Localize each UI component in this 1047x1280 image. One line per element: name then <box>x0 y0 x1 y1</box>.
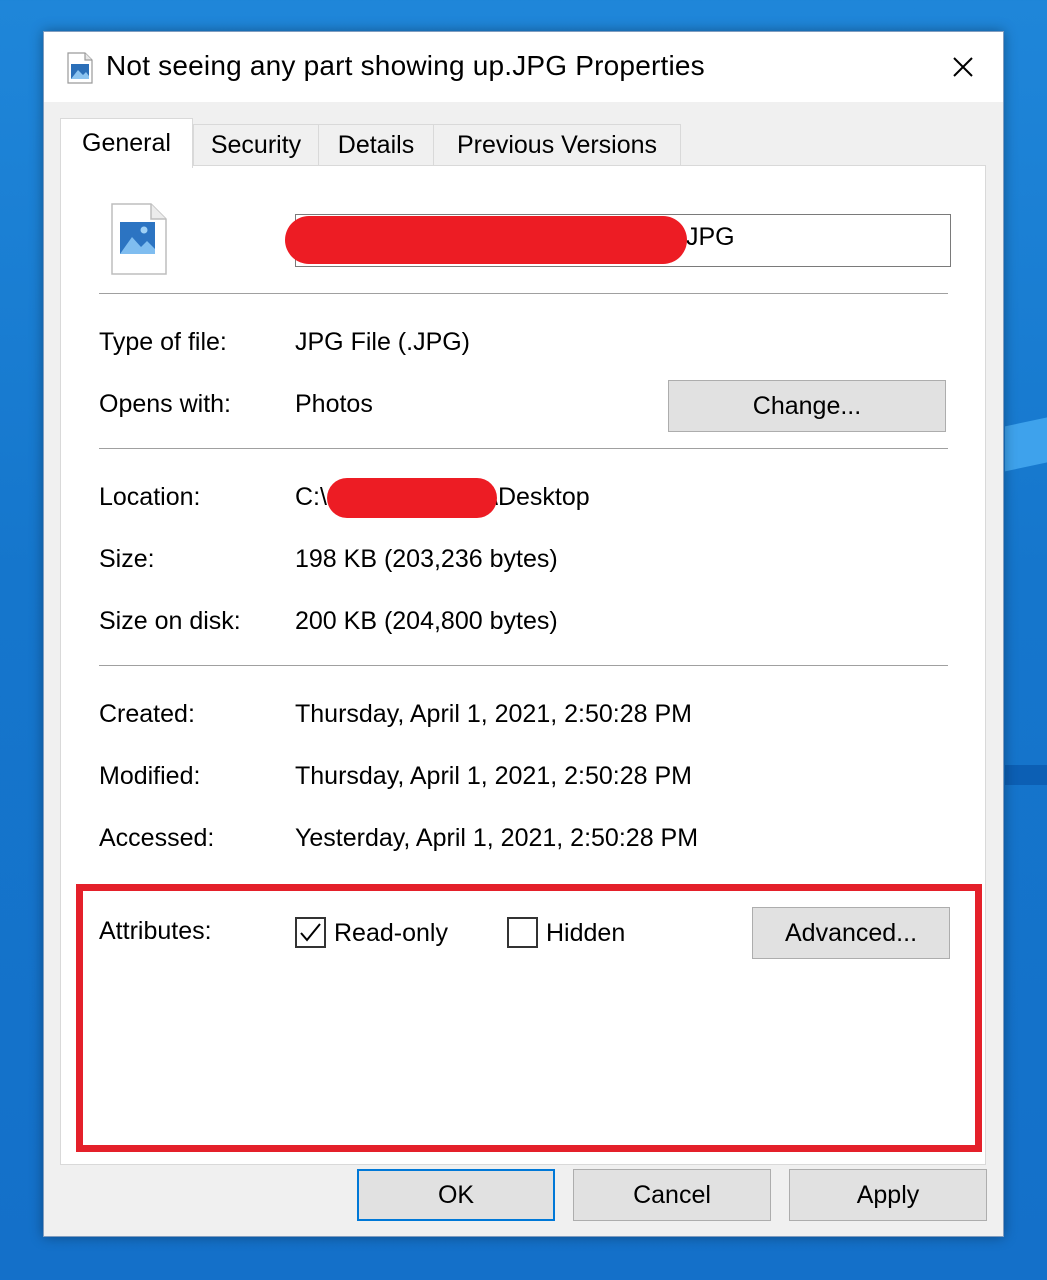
apply-button[interactable]: Apply <box>789 1169 987 1221</box>
image-file-icon <box>111 203 167 280</box>
general-tab-panel: JPG Type of file: JPG File (.JPG) Opens … <box>60 165 986 1165</box>
modified-label: Modified: <box>99 762 201 790</box>
file-name-extension: JPG <box>686 223 735 251</box>
attributes-label: Attributes: <box>99 917 212 945</box>
desktop-wallpaper-accent <box>1005 413 1047 472</box>
tab-security[interactable]: Security <box>193 124 319 166</box>
change-button[interactable]: Change... <box>668 380 946 432</box>
tab-details[interactable]: Details <box>318 124 434 166</box>
read-only-checkbox[interactable] <box>295 917 326 948</box>
separator <box>99 448 948 449</box>
advanced-button[interactable]: Advanced... <box>752 907 950 959</box>
image-file-icon <box>66 52 94 89</box>
location-label: Location: <box>99 483 201 511</box>
close-icon <box>953 57 973 77</box>
accessed-label: Accessed: <box>99 824 215 852</box>
location-suffix: \Desktop <box>491 483 590 511</box>
location-prefix: C:\ <box>295 483 327 511</box>
separator <box>99 293 948 294</box>
size-on-disk-value: 200 KB (204,800 bytes) <box>295 607 558 635</box>
close-button[interactable] <box>923 32 1003 102</box>
created-value: Thursday, April 1, 2021, 2:50:28 PM <box>295 700 692 728</box>
opens-with-label: Opens with: <box>99 390 232 418</box>
modified-value: Thursday, April 1, 2021, 2:50:28 PM <box>295 762 692 790</box>
checkmark-icon <box>300 923 321 942</box>
redaction-mark <box>285 216 687 264</box>
read-only-label[interactable]: Read-only <box>334 919 448 948</box>
tab-previous-versions[interactable]: Previous Versions <box>433 124 681 166</box>
redaction-mark <box>327 478 497 518</box>
type-of-file-value: JPG File (.JPG) <box>295 328 471 356</box>
properties-dialog: Not seeing any part showing up.JPG Prope… <box>43 31 1004 1237</box>
cancel-button[interactable]: Cancel <box>573 1169 771 1221</box>
size-value: 198 KB (203,236 bytes) <box>295 545 558 573</box>
hidden-label[interactable]: Hidden <box>546 919 625 948</box>
hidden-checkbox[interactable] <box>507 917 538 948</box>
created-label: Created: <box>99 700 195 728</box>
window-title: Not seeing any part showing up.JPG Prope… <box>106 50 705 81</box>
title-bar[interactable]: Not seeing any part showing up.JPG Prope… <box>44 32 1003 102</box>
opens-with-value: Photos <box>295 390 373 418</box>
ok-button[interactable]: OK <box>357 1169 555 1221</box>
size-label: Size: <box>99 545 155 573</box>
tab-general[interactable]: General <box>60 118 193 168</box>
desktop-wallpaper-accent <box>1005 765 1047 785</box>
accessed-value: Yesterday, April 1, 2021, 2:50:28 PM <box>295 824 699 852</box>
separator <box>99 665 948 666</box>
type-of-file-label: Type of file: <box>99 328 227 356</box>
size-on-disk-label: Size on disk: <box>99 607 241 635</box>
